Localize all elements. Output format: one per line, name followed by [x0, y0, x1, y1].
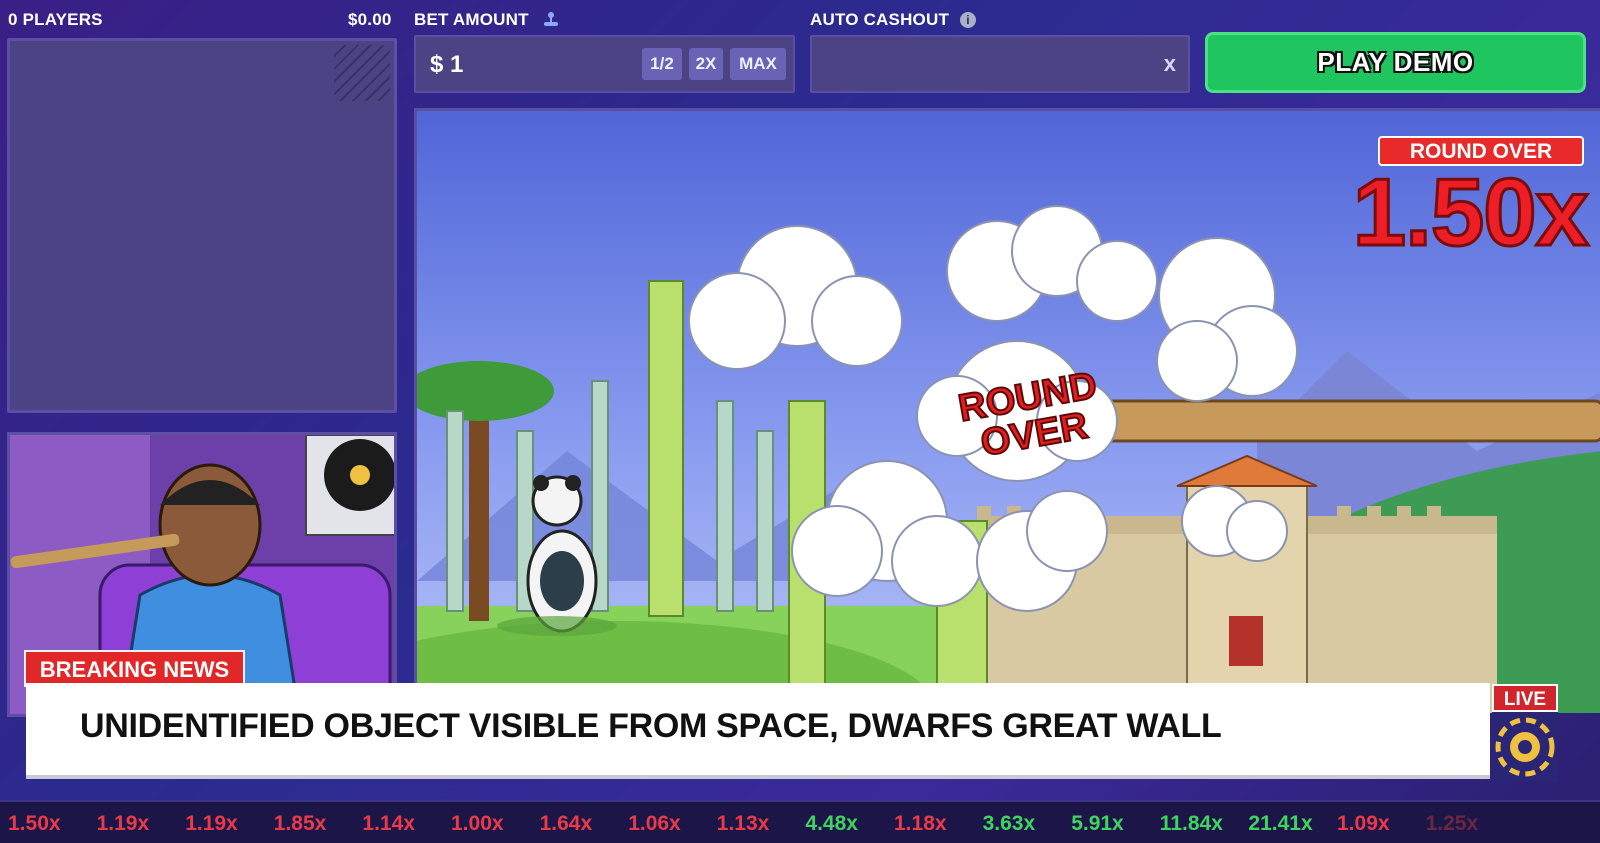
joystick-icon	[542, 11, 560, 32]
history-multiplier: 11.84x	[1159, 812, 1223, 835]
history-multiplier: 1.19x	[185, 812, 238, 835]
history-multiplier: 1.09x	[1337, 812, 1390, 835]
stripes-decoration	[334, 45, 390, 101]
history-multiplier: 1.14x	[362, 812, 415, 835]
history-multiplier: 1.13x	[716, 812, 770, 835]
history-multiplier: 5.91x	[1071, 812, 1124, 835]
history-multiplier: 3.63x	[982, 812, 1036, 835]
auto-cashout-label: AUTO CASHOUT	[810, 10, 950, 29]
history-multiplier: 1.00x	[451, 812, 504, 835]
history-multiplier: 1.50x	[8, 812, 61, 835]
clear-auto-cashout-button[interactable]: x	[1164, 51, 1176, 77]
news-ticker-bar: UNIDENTIFIED OBJECT VISIBLE FROM SPACE, …	[26, 683, 1490, 779]
double-bet-button[interactable]: 2X	[689, 48, 723, 80]
play-demo-button[interactable]: PLAY DEMO	[1205, 32, 1586, 93]
players-total-label: $0.00	[348, 10, 392, 29]
multiplier-history-bar: 1.50x 1.19x 1.19x 1.85x 1.14x 1.00x 1.64x 1.06x…	[0, 800, 1600, 843]
history-multiplier: 1.25x	[1425, 812, 1479, 835]
history-multiplier: 1.19x	[96, 812, 150, 835]
auto-cashout-heading: AUTO CASHOUT i	[810, 10, 976, 30]
auto-cashout-input[interactable]	[812, 37, 1132, 91]
players-list-panel	[7, 38, 397, 413]
bet-amount-label: BET AMOUNT	[414, 10, 529, 29]
max-bet-button[interactable]: MAX	[730, 48, 786, 80]
bet-amount-field[interactable]: $ 1 1/2 2X MAX	[414, 35, 795, 93]
half-bet-button[interactable]: 1/2	[642, 48, 682, 80]
breaking-news-tag: BREAKING NEWS	[24, 650, 245, 687]
info-icon[interactable]: i	[959, 12, 976, 28]
bet-amount-value[interactable]: $ 1	[430, 51, 463, 79]
bet-amount-heading: BET AMOUNT	[414, 10, 560, 32]
crash-multiplier: 1.50x	[1351, 158, 1590, 268]
history-multiplier: 21.41x	[1248, 812, 1313, 835]
players-count-label: 0 PLAYERS	[8, 10, 103, 29]
history-multiplier: 1.85x	[273, 812, 327, 835]
auto-cashout-field[interactable]: x	[810, 35, 1190, 93]
history-multiplier: 1.64x	[539, 812, 593, 835]
history-multiplier: 4.48x	[805, 812, 858, 835]
live-badge: LIVE	[1492, 684, 1558, 712]
history-multiplier: 1.06x	[628, 812, 681, 835]
casino-chip-logo-icon	[1492, 712, 1558, 782]
news-headline: UNIDENTIFIED OBJECT VISIBLE FROM SPACE, …	[80, 707, 1222, 745]
history-multiplier: 1.18x	[894, 812, 947, 835]
